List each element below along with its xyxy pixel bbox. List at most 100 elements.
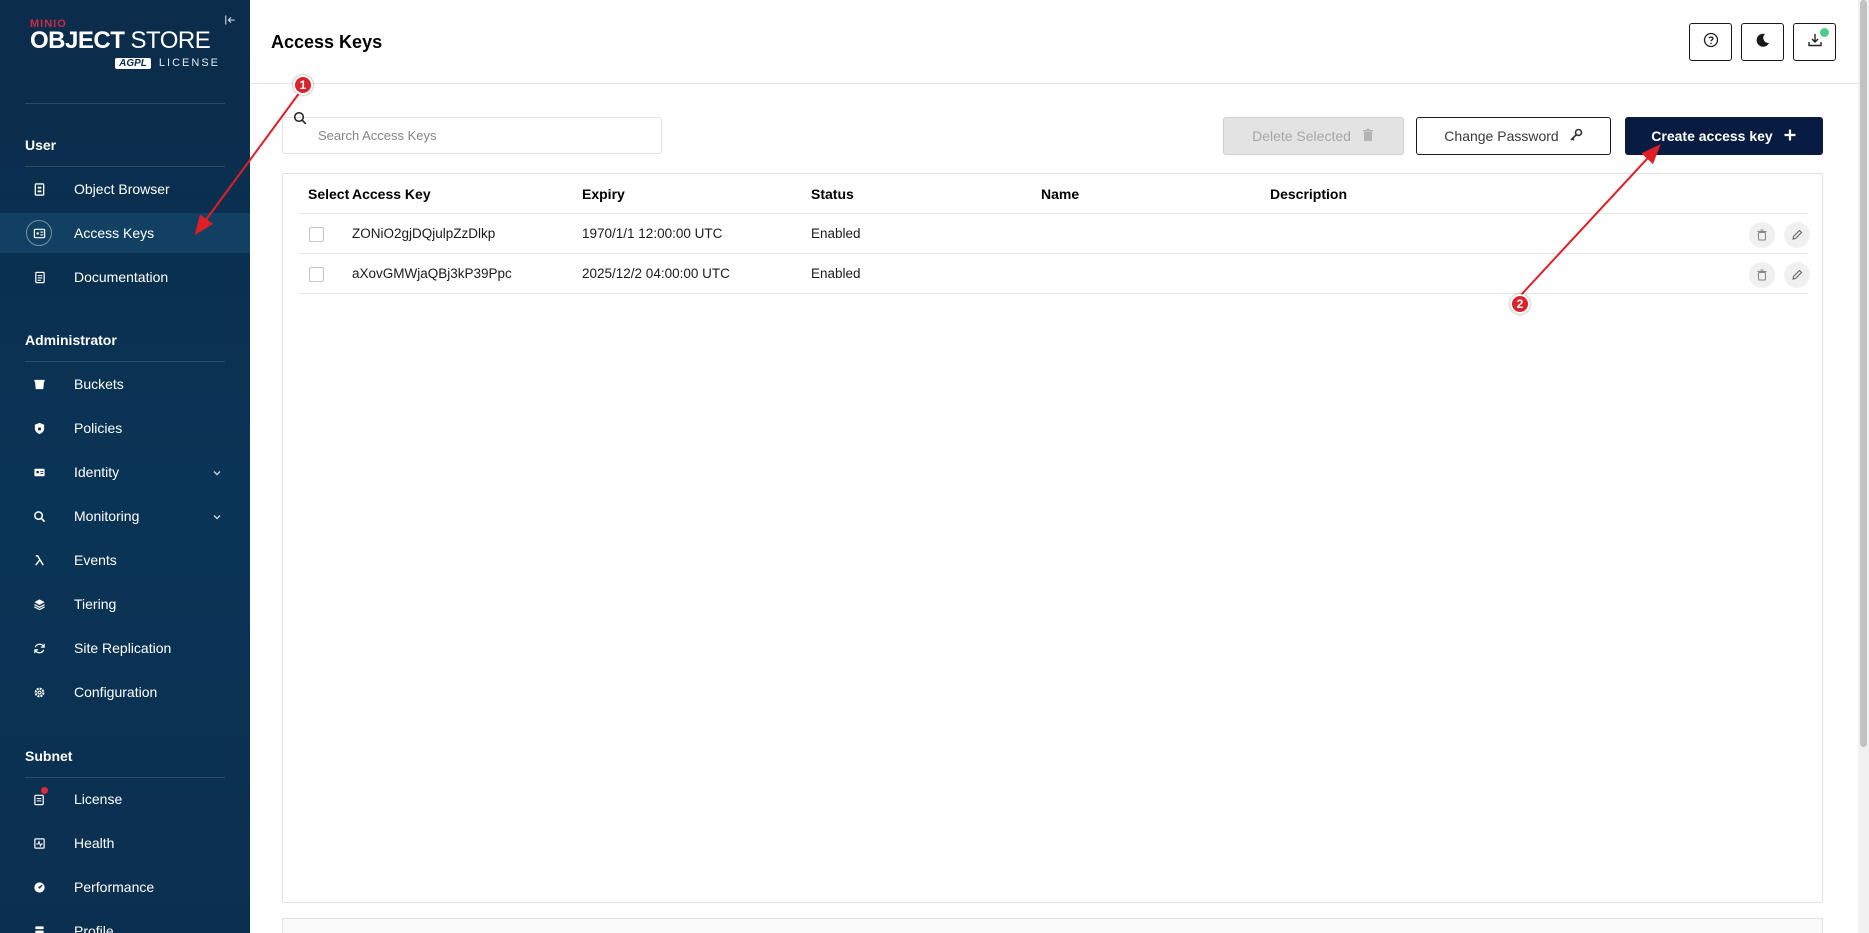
chevron-down-icon[interactable] (211, 466, 223, 478)
row-checkbox[interactable] (309, 267, 324, 282)
help-button[interactable] (1689, 23, 1732, 61)
change-password-button[interactable]: Change Password (1416, 117, 1611, 155)
profile-icon (27, 919, 51, 933)
divider (25, 103, 225, 104)
trash-icon (1757, 229, 1767, 241)
chevron-down-icon[interactable] (211, 510, 223, 522)
download-update-button[interactable] (1793, 23, 1836, 61)
sidebar-item-documentation[interactable]: Documentation (0, 257, 250, 297)
sidebar-item-tiering[interactable]: Tiering (0, 584, 250, 624)
sidebar-item-identity[interactable]: Identity (0, 452, 250, 492)
create-access-key-label: Create access key (1651, 128, 1773, 144)
notification-dot (41, 787, 48, 794)
row-delete-button[interactable] (1749, 222, 1775, 248)
sidebar-item-configuration[interactable]: Configuration (0, 672, 250, 712)
sidebar-item-label: Tiering (74, 596, 117, 612)
sidebar: MINIO OBJECT STORE AGPL LICENSE User Obj… (0, 0, 250, 933)
page-header: Access Keys (250, 0, 1869, 84)
row-edit-button[interactable] (1784, 262, 1810, 288)
lambda-icon (27, 548, 51, 572)
change-password-label: Change Password (1444, 128, 1559, 144)
sidebar-item-label: License (74, 791, 123, 807)
sidebar-item-label: Policies (74, 420, 123, 436)
license-text: LICENSE (158, 57, 220, 69)
table-row[interactable]: ZONiO2gjDQjulpZzDlkp 1970/1/1 12:00:00 U… (299, 214, 1810, 254)
scrollbar-thumb[interactable] (1860, 0, 1867, 747)
divider (25, 166, 225, 167)
sidebar-item-label: Site Replication (74, 640, 172, 656)
section-title-subnet: Subnet (25, 748, 73, 764)
row-checkbox[interactable] (309, 227, 324, 242)
sidebar-item-profile[interactable]: Profile (0, 911, 250, 933)
sidebar-item-site-replication[interactable]: Site Replication (0, 628, 250, 668)
page-scrollbar[interactable] (1858, 0, 1869, 933)
column-header-select: Select (308, 186, 350, 202)
minio-logo: MINIO OBJECT STORE AGPL LICENSE (30, 18, 230, 80)
identity-icon (27, 460, 51, 484)
row-delete-button[interactable] (1749, 262, 1775, 288)
access-key-cell: aXovGMWjaQBj3kP39Ppc (352, 266, 512, 281)
key-icon (1569, 128, 1583, 145)
column-header-expiry[interactable]: Expiry (582, 186, 625, 202)
update-available-dot (1820, 28, 1829, 37)
sidebar-item-access-keys[interactable]: Access Keys (0, 213, 250, 253)
access-key-cell: ZONiO2gjDQjulpZzDlkp (352, 226, 496, 241)
divider (25, 361, 225, 362)
pencil-icon (1792, 269, 1803, 280)
sidebar-item-buckets[interactable]: Buckets (0, 364, 250, 404)
logo-title-thin: STORE (130, 27, 211, 54)
sidebar-item-performance[interactable]: Performance (0, 867, 250, 907)
row-edit-button[interactable] (1784, 222, 1810, 248)
sidebar-item-label: Configuration (74, 684, 158, 700)
sidebar-item-events[interactable]: Events (0, 540, 250, 580)
table-header: Select Access Key Expiry Status Name Des… (299, 174, 1808, 214)
annotation-badge-1: 1 (293, 75, 313, 95)
column-header-status[interactable]: Status (811, 186, 854, 202)
section-title-user: User (25, 137, 57, 153)
policies-icon (27, 416, 51, 440)
sidebar-item-policies[interactable]: Policies (0, 408, 250, 448)
object-browser-icon (27, 177, 51, 201)
sidebar-item-label: Profile (74, 923, 114, 933)
main-content: Access Keys Delete Selected (250, 0, 1869, 933)
sidebar-item-label: Identity (74, 464, 120, 480)
help-icon (1703, 32, 1719, 53)
column-header-description[interactable]: Description (1270, 186, 1347, 202)
column-header-access-key[interactable]: Access Key (352, 186, 431, 202)
table-row[interactable]: aXovGMWjaQBj3kP39Ppc 2025/12/2 04:00:00 … (299, 254, 1810, 294)
search-input[interactable] (318, 128, 648, 143)
documentation-icon (27, 265, 51, 289)
tiering-icon (27, 592, 51, 616)
sidebar-item-monitoring[interactable]: Monitoring (0, 496, 250, 536)
sidebar-item-label: Events (74, 552, 117, 568)
sidebar-item-label: Object Browser (74, 181, 170, 197)
delete-selected-label: Delete Selected (1252, 128, 1351, 144)
search-box[interactable] (282, 111, 662, 154)
delete-selected-button[interactable]: Delete Selected (1223, 117, 1404, 155)
sidebar-item-license[interactable]: License (0, 779, 250, 819)
plus-icon (1783, 128, 1797, 145)
status-cell: Enabled (811, 266, 861, 281)
sidebar-item-object-browser[interactable]: Object Browser (0, 169, 250, 209)
access-keys-icon (26, 220, 52, 246)
dark-mode-button[interactable] (1741, 23, 1784, 61)
logo-title-bold: OBJECT (30, 27, 125, 54)
health-icon (27, 831, 51, 855)
page-title: Access Keys (271, 32, 383, 52)
trash-icon (1757, 269, 1767, 281)
expiry-cell: 1970/1/1 12:00:00 UTC (582, 226, 723, 241)
sidebar-item-label: Performance (74, 879, 155, 895)
sidebar-item-label: Health (74, 835, 115, 851)
sidebar-item-health[interactable]: Health (0, 823, 250, 863)
trash-icon (1361, 128, 1375, 145)
gear-icon (27, 680, 51, 704)
create-access-key-button[interactable]: Create access key (1625, 117, 1823, 155)
divider (25, 777, 225, 778)
logo-license: AGPL LICENSE (30, 57, 230, 69)
status-cell: Enabled (811, 226, 861, 241)
section-title-administrator: Administrator (25, 332, 117, 348)
agpl-badge: AGPL (115, 57, 151, 69)
sidebar-item-label: Buckets (74, 376, 124, 392)
column-header-name[interactable]: Name (1041, 186, 1079, 202)
performance-icon (27, 875, 51, 899)
